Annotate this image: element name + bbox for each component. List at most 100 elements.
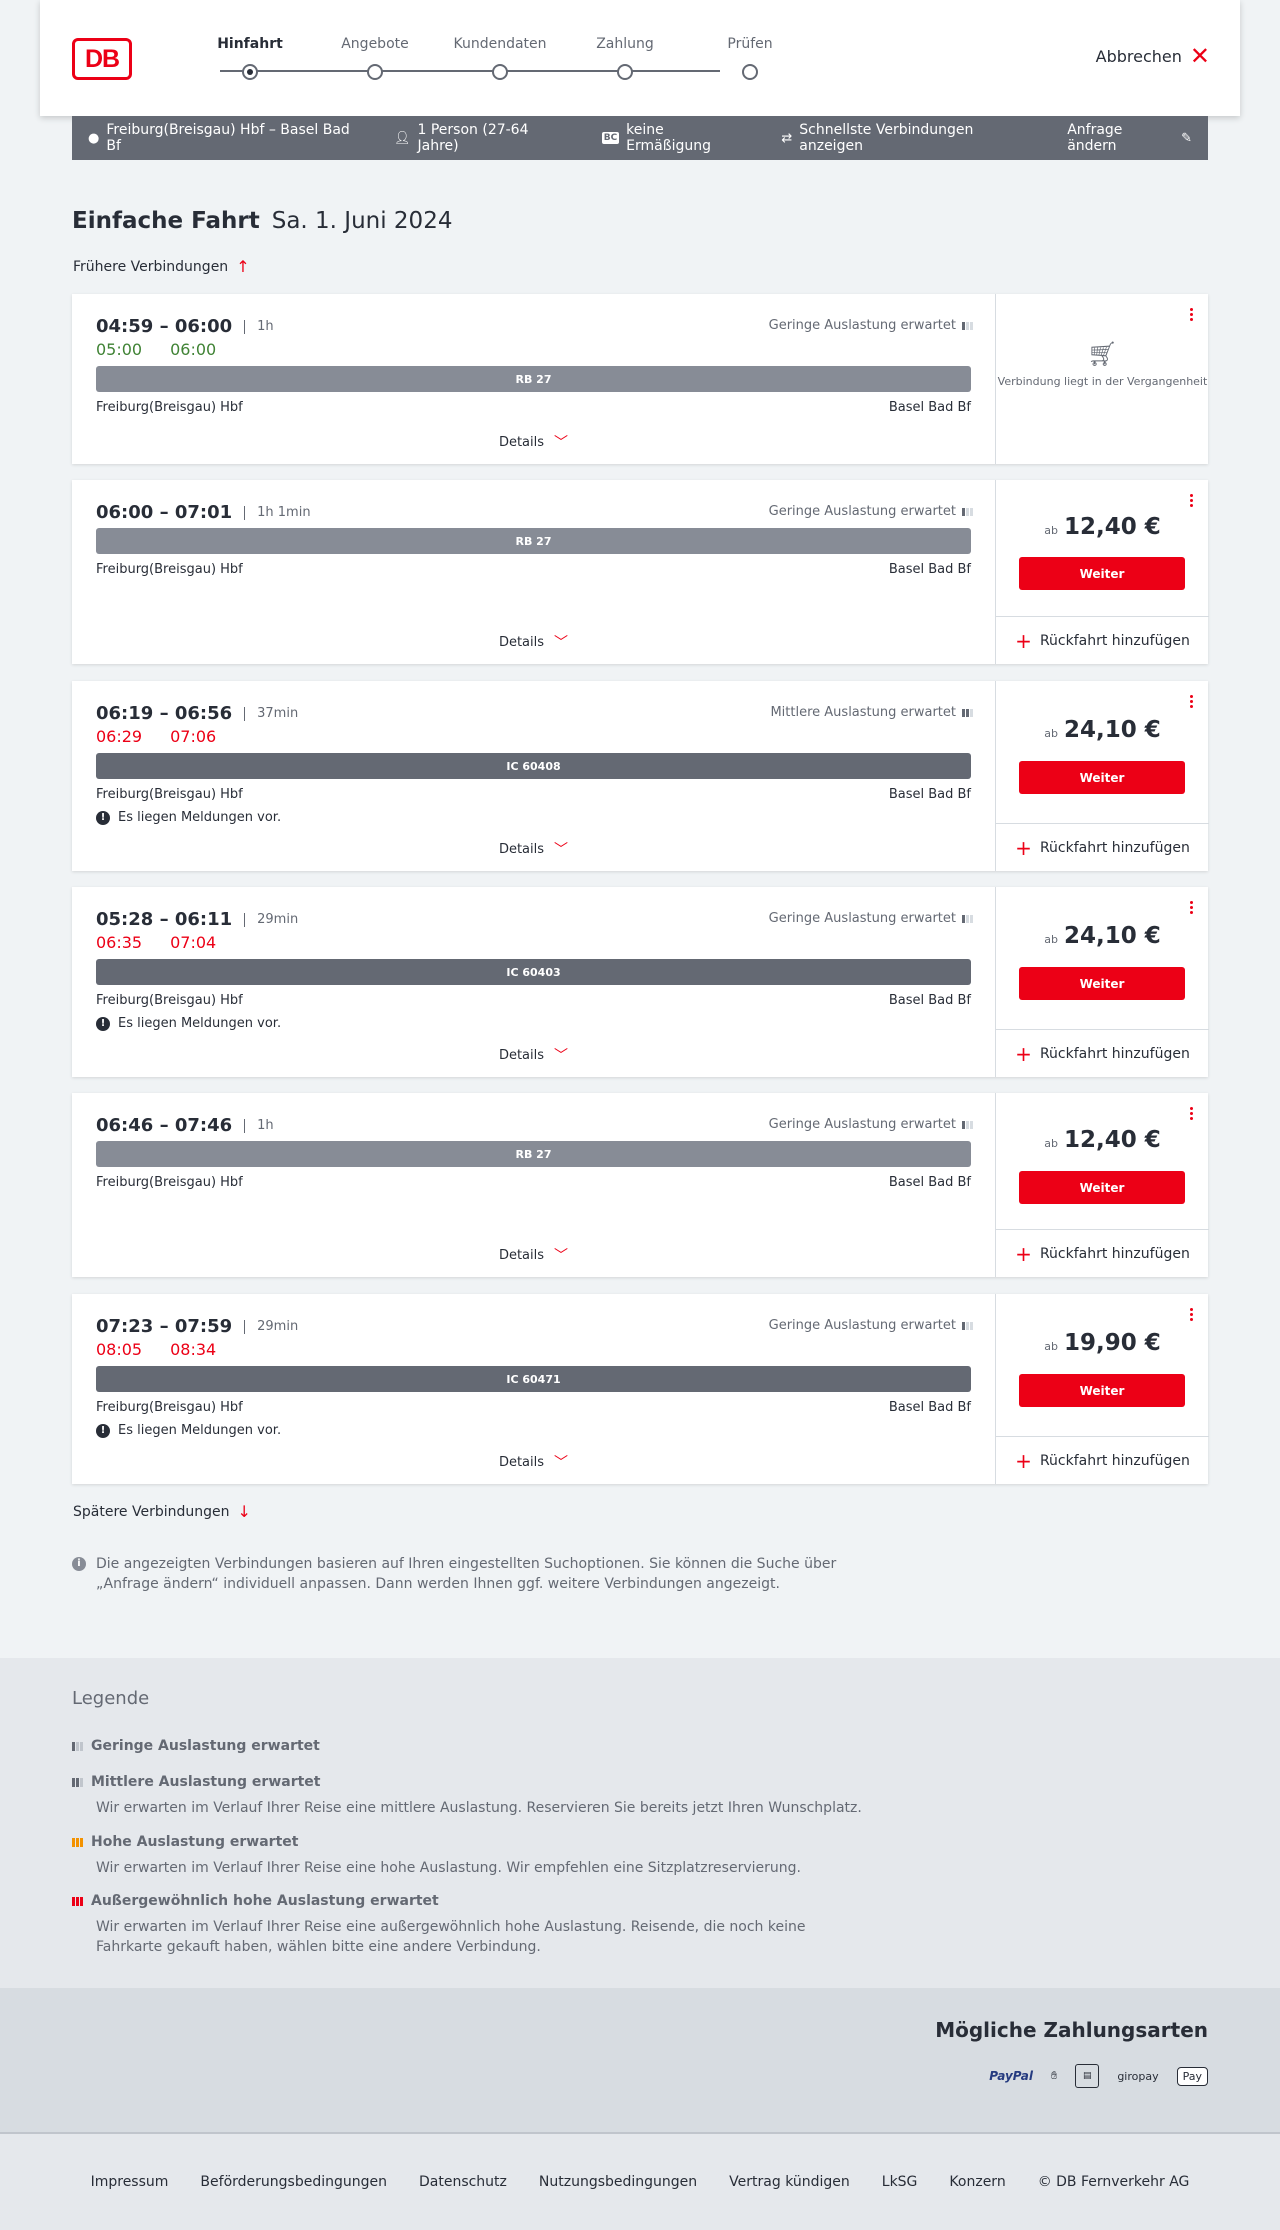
weiter-button[interactable]: Weiter xyxy=(1019,1171,1185,1204)
more-options-icon[interactable] xyxy=(1188,308,1194,323)
chevron-down-icon: ﹀ xyxy=(554,842,569,858)
add-return-button[interactable]: + Rückfahrt hinzufügen xyxy=(996,823,1209,871)
price-amount: 12,40 € xyxy=(1063,514,1161,540)
occupancy-high-icon xyxy=(72,1837,83,1847)
station-to: Basel Bad Bf xyxy=(888,993,971,1008)
footer-link-nutzungsbedingungen[interactable]: Nutzungsbedingungen xyxy=(539,2174,697,2190)
occupancy-low-icon xyxy=(962,1321,973,1330)
return-label: Rückfahrt hinzufügen xyxy=(1039,632,1190,649)
occupancy-text: Geringe Auslastung erwartet xyxy=(768,911,956,926)
notice-message[interactable]: ! Es liegen Meldungen vor. xyxy=(96,1423,281,1438)
details-toggle[interactable]: Details ﹀ xyxy=(72,432,995,452)
station-to: Basel Bad Bf xyxy=(888,787,971,802)
legend-description: Wir erwarten im Verlauf Ihrer Reise eine… xyxy=(96,1800,862,1816)
duration: 1h 1min xyxy=(257,505,311,520)
chevron-down-icon: ﹀ xyxy=(554,1455,569,1471)
bahncard-icon: BC xyxy=(601,132,620,144)
footer-link-konzern[interactable]: Konzern xyxy=(949,2174,1005,2190)
realtime-arrival: 08:34 xyxy=(170,1340,217,1359)
legend-label: Hohe Auslastung erwartet xyxy=(91,1834,299,1850)
legend-description: Wir erwarten im Verlauf Ihrer Reise eine… xyxy=(96,1919,806,1955)
occupancy-low-icon xyxy=(72,1741,83,1751)
station-to: Basel Bad Bf xyxy=(888,1175,971,1190)
step-dot xyxy=(742,64,758,80)
weiter-button[interactable]: Weiter xyxy=(1019,761,1185,794)
notice-message[interactable]: ! Es liegen Meldungen vor. xyxy=(96,810,281,825)
notice-text: Es liegen Meldungen vor. xyxy=(118,1423,282,1438)
step-label: Kundendaten xyxy=(453,36,547,52)
train-bar[interactable]: RB 27 xyxy=(96,528,971,554)
add-return-button[interactable]: + Rückfahrt hinzufügen xyxy=(996,1029,1209,1077)
weiter-button[interactable]: Weiter xyxy=(1019,557,1185,590)
change-request-button[interactable]: Anfrage ändern ✎ xyxy=(1067,122,1192,154)
connection-times: 07:23 – 07:59 29min xyxy=(96,1316,298,1337)
later-connections-link[interactable]: Spätere Verbindungen ↓ xyxy=(73,1502,251,1521)
details-toggle[interactable]: Details ﹀ xyxy=(72,1245,995,1265)
exclamation-icon: ! xyxy=(96,810,110,825)
more-options-icon[interactable] xyxy=(1188,1107,1194,1122)
divider xyxy=(244,319,246,334)
add-return-button[interactable]: + Rückfahrt hinzufügen xyxy=(996,1229,1209,1277)
header: DB Hinfahrt Angebote Kundendaten Zahlung… xyxy=(40,0,1240,116)
legend-label: Geringe Auslastung erwartet xyxy=(91,1738,320,1754)
price-amount: 24,10 € xyxy=(1063,923,1161,949)
more-options-icon[interactable] xyxy=(1188,695,1194,710)
footer-link-impressum[interactable]: Impressum xyxy=(91,2174,169,2190)
footer: Impressum Beförderungsbedingungen Datens… xyxy=(0,2132,1280,2230)
price: ab 19,90 € xyxy=(996,1330,1209,1356)
more-options-icon[interactable] xyxy=(1188,1308,1194,1323)
add-return-button[interactable]: + Rückfahrt hinzufügen xyxy=(996,616,1209,664)
add-return-button[interactable]: + Rückfahrt hinzufügen xyxy=(996,1436,1209,1484)
step-hinfahrt[interactable]: Hinfahrt xyxy=(190,36,310,80)
plus-icon: + xyxy=(1015,628,1032,653)
details-toggle[interactable]: Details ﹀ xyxy=(72,839,995,859)
more-options-icon[interactable] xyxy=(1188,901,1194,916)
station-from: Freiburg(Breisgau) Hbf xyxy=(96,400,243,415)
search-info-note: i Die angezeigten Verbindungen basieren … xyxy=(72,1554,872,1594)
step-pruefen: Prüfen xyxy=(690,36,810,80)
footer-link-datenschutz[interactable]: Datenschutz xyxy=(419,2174,507,2190)
db-logo[interactable]: DB xyxy=(72,38,132,80)
summary-route: ● Freiburg(Breisgau) Hbf – Basel Bad Bf xyxy=(88,122,362,154)
chevron-down-icon: ﹀ xyxy=(554,635,569,651)
weiter-button[interactable]: Weiter xyxy=(1019,1374,1185,1407)
plus-icon: + xyxy=(1015,835,1032,860)
weiter-button[interactable]: Weiter xyxy=(1019,967,1185,1000)
price-amount: 12,40 € xyxy=(1063,1127,1161,1153)
price-area: ab 24,10 € Weiter + Rückfahrt hinzufügen xyxy=(995,681,1209,871)
footer-link-lksg[interactable]: LkSG xyxy=(882,2174,918,2190)
train-bar[interactable]: IC 60408 xyxy=(96,753,971,779)
legend-item-title: Außergewöhnlich hohe Auslastung erwartet xyxy=(72,1893,852,1909)
details-toggle[interactable]: Details ﹀ xyxy=(72,632,995,652)
step-kundendaten: Kundendaten xyxy=(440,36,560,80)
price-prefix: ab xyxy=(1044,1137,1058,1150)
notice-text: Es liegen Meldungen vor. xyxy=(118,810,282,825)
step-zahlung: Zahlung xyxy=(565,36,685,80)
cancel-button[interactable]: Abbrechen ✕ xyxy=(1096,42,1210,70)
train-bar[interactable]: RB 27 xyxy=(96,366,971,392)
close-icon: ✕ xyxy=(1189,42,1210,70)
more-options-icon[interactable] xyxy=(1188,494,1194,509)
connection-card: 06:00 – 07:01 1h 1min Geringe Auslastung… xyxy=(72,480,1209,664)
occupancy-text: Geringe Auslastung erwartet xyxy=(768,318,956,333)
paypal-icon: PayPal xyxy=(989,2069,1034,2083)
duration: 1h xyxy=(257,1118,274,1133)
train-bar[interactable]: IC 60403 xyxy=(96,959,971,985)
station-from: Freiburg(Breisgau) Hbf xyxy=(96,1400,243,1415)
divider xyxy=(244,912,246,927)
details-toggle[interactable]: Details ﹀ xyxy=(72,1045,995,1065)
details-toggle[interactable]: Details ﹀ xyxy=(72,1452,995,1472)
connection-info: 04:59 – 06:00 1h 05:00 06:00 Geringe Aus… xyxy=(72,294,995,464)
time-range: 06:19 – 06:56 xyxy=(96,703,233,724)
occupancy-medium-icon xyxy=(962,708,973,717)
train-bar[interactable]: IC 60471 xyxy=(96,1366,971,1392)
notice-message[interactable]: ! Es liegen Meldungen vor. xyxy=(96,1016,281,1031)
earlier-connections-link[interactable]: Frühere Verbindungen ↑ xyxy=(73,257,250,276)
train-bar[interactable]: RB 27 xyxy=(96,1141,971,1167)
step-label: Hinfahrt xyxy=(217,36,283,52)
past-connection-notice: 🛒︎ Verbindung liegt in der Vergangenheit xyxy=(996,342,1209,390)
footer-link-befoerderungsbedingungen[interactable]: Beförderungsbedingungen xyxy=(200,2174,387,2190)
step-dot xyxy=(617,64,633,80)
footer-link-vertrag-kuendigen[interactable]: Vertrag kündigen xyxy=(729,2174,850,2190)
occupancy-low-icon xyxy=(962,1120,973,1129)
